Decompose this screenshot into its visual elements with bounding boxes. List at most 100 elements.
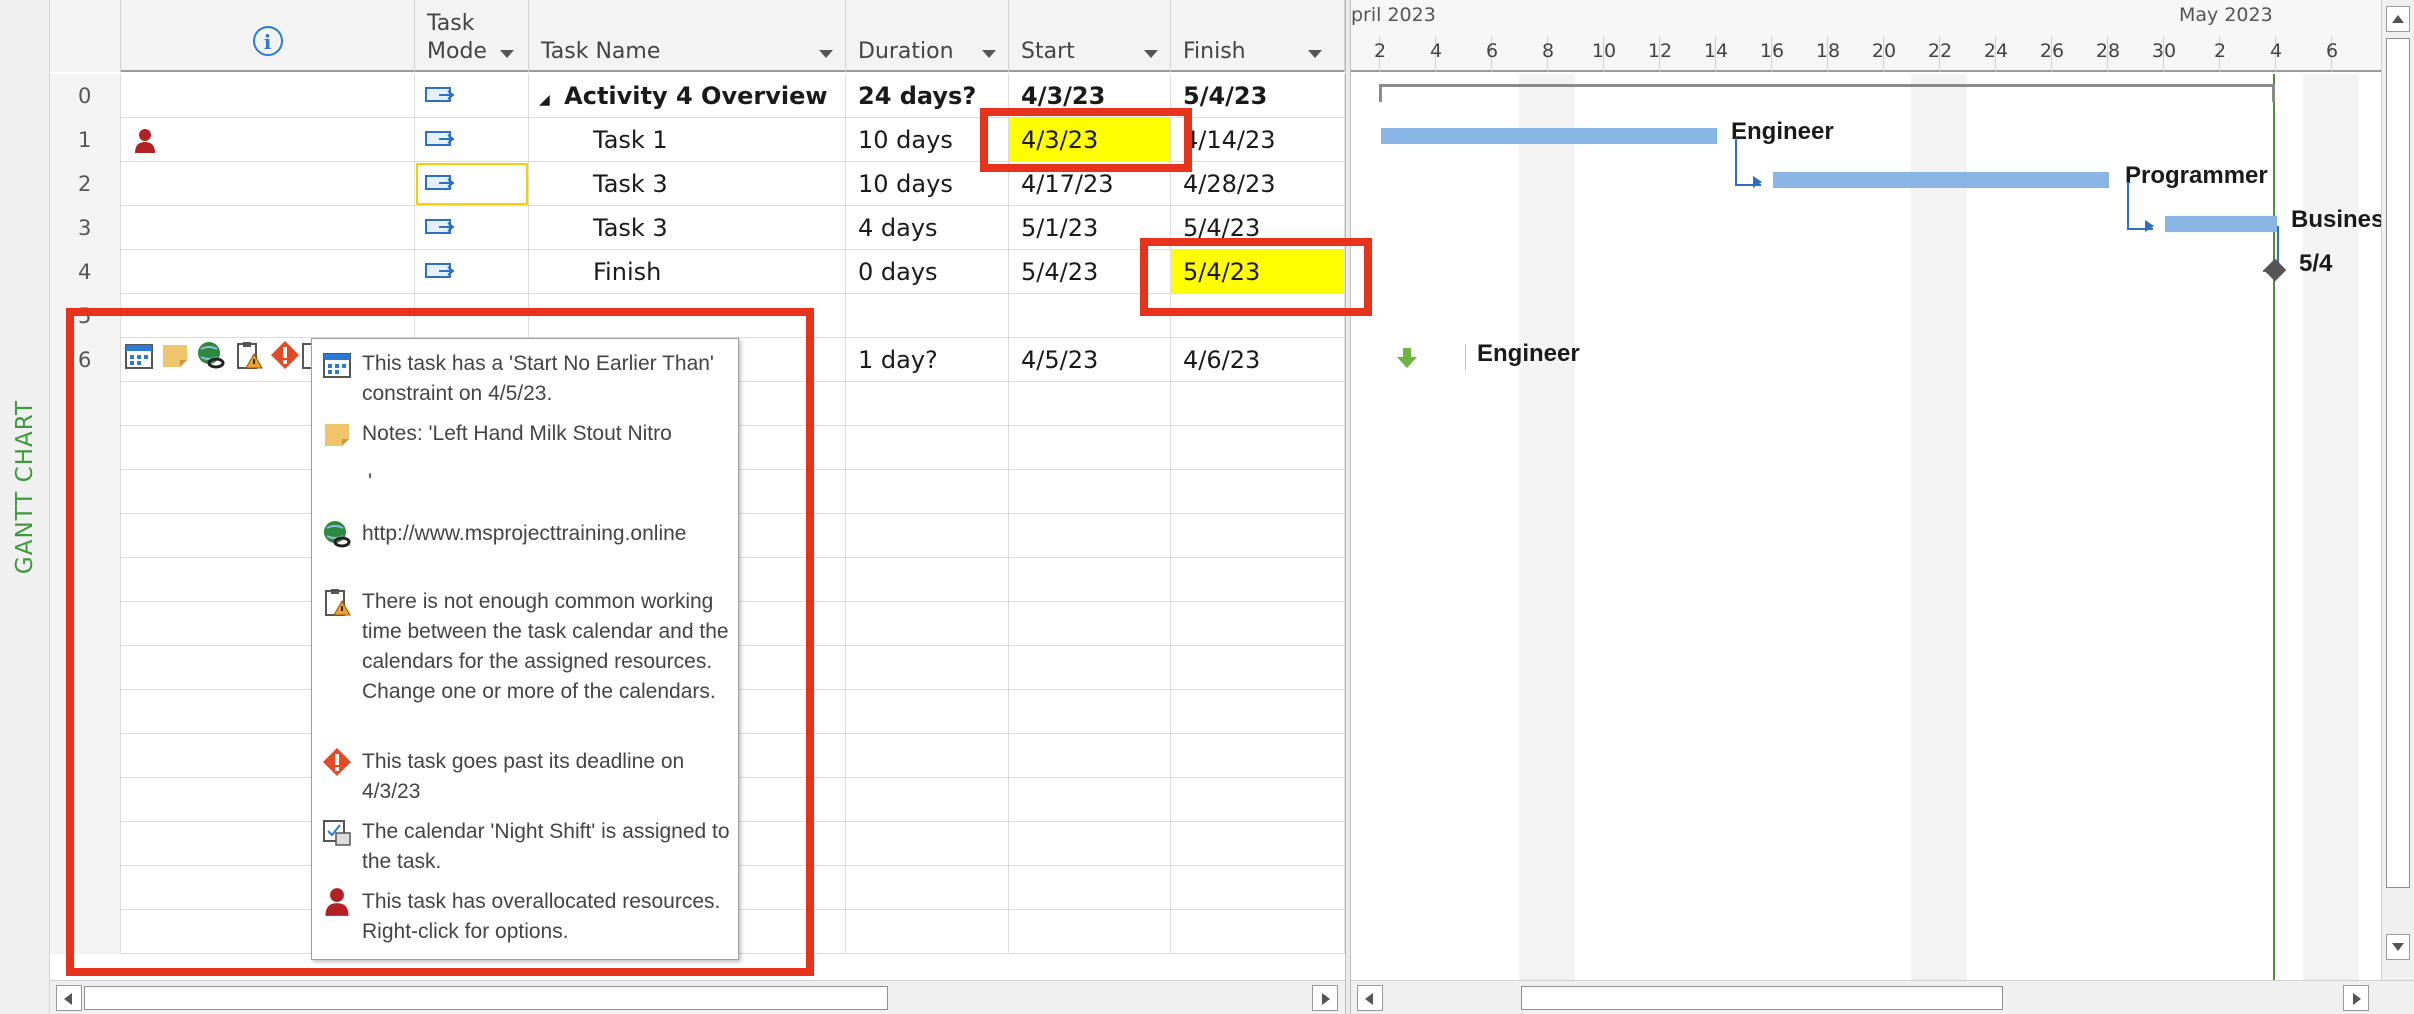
scroll-right-button[interactable] — [2343, 985, 2369, 1011]
duration-cell[interactable] — [846, 294, 1009, 338]
task-bar-task1[interactable] — [1381, 128, 1717, 144]
row-id[interactable]: 2 — [50, 162, 121, 206]
gantt-horizontal-scrollbar[interactable] — [1351, 980, 2414, 1014]
day-tick: 6 — [1486, 36, 1498, 72]
day-tick-label: 4 — [2269, 40, 2283, 62]
task-name-dropdown-icon[interactable] — [819, 50, 833, 58]
day-tick-label: 4 — [1429, 40, 1443, 62]
row-id[interactable]: 1 — [50, 118, 121, 162]
row-id[interactable]: 3 — [50, 206, 121, 250]
task-mode-dropdown-icon[interactable] — [500, 50, 514, 58]
empty-cell — [1171, 778, 1345, 822]
finish-cell[interactable]: 4/28/23 — [1171, 162, 1345, 206]
start-no-earlier-than-arrow-icon — [1397, 348, 1417, 368]
start-header-label: Start — [1021, 39, 1075, 64]
empty-cell — [1171, 822, 1345, 866]
task-bar-task2[interactable] — [1773, 172, 2109, 188]
scroll-left-button[interactable] — [56, 985, 82, 1011]
empty-cell — [1171, 866, 1345, 910]
timescale[interactable]: pril 2023 May 2023 2 4 6 8 10 12 14 16 18 20 22 24 2… — [1351, 0, 2381, 72]
indicator-cell[interactable] — [121, 162, 415, 206]
finish-text: 5/4/23 — [1183, 82, 1268, 110]
gantt-scroll-thumb[interactable] — [1521, 986, 2003, 1010]
column-header-duration[interactable]: Duration — [846, 0, 1009, 72]
empty-cell — [1171, 426, 1345, 470]
task-mode-cell[interactable] — [415, 118, 529, 162]
row-id[interactable]: 4 — [50, 250, 121, 294]
overallocated-resource-icon[interactable] — [133, 128, 157, 154]
task-name-cell[interactable]: Finish — [529, 250, 846, 294]
indicator-cell[interactable] — [121, 118, 415, 162]
empty-cell — [1009, 514, 1171, 558]
duration-dropdown-icon[interactable] — [982, 50, 996, 58]
scroll-up-button[interactable] — [2386, 6, 2410, 32]
day-tick-label: 10 — [1591, 40, 1617, 62]
start-cell[interactable]: 4/5/23 — [1009, 338, 1171, 382]
duration-cell[interactable]: 4 days — [846, 206, 1009, 250]
finish-cell[interactable]: 4/6/23 — [1171, 338, 1345, 382]
task-name-cell[interactable]: ◢ Activity 4 Overview — [529, 74, 846, 118]
scroll-down-button[interactable] — [2386, 934, 2410, 960]
indicator-cell[interactable] — [121, 74, 415, 118]
table-scroll-thumb[interactable] — [84, 986, 888, 1010]
day-tick-label: 2 — [1373, 40, 1387, 62]
empty-cell — [1009, 558, 1171, 602]
gantt-pane[interactable]: pril 2023 May 2023 2 4 6 8 10 12 14 16 18 20 22 24 2… — [1351, 0, 2381, 980]
scroll-left-button[interactable] — [1357, 985, 1383, 1011]
auto-schedule-icon — [425, 263, 455, 278]
column-header-task-name[interactable]: Task Name — [529, 0, 846, 72]
indicator-cell[interactable] — [121, 206, 415, 250]
column-header-finish[interactable]: Finish — [1171, 0, 1345, 72]
finish-cell[interactable]: 5/4/23 — [1171, 74, 1345, 118]
collapse-triangle-icon[interactable]: ◢ — [529, 92, 550, 108]
task-mode-header-line1: Task — [427, 11, 475, 36]
column-header-indicators[interactable]: i — [121, 0, 415, 72]
empty-cell — [1009, 382, 1171, 426]
milestone-date-label: 5/4 — [2299, 250, 2333, 277]
start-text: 4/17/23 — [1021, 170, 1114, 198]
indicator-cell[interactable] — [121, 250, 415, 294]
scroll-right-button[interactable] — [1312, 985, 1338, 1011]
gantt-chart-side-label: GANTT CHART — [0, 0, 50, 1014]
finish-cell[interactable]: 4/14/23 — [1171, 118, 1345, 162]
task-mode-cell-selected[interactable] — [415, 162, 529, 206]
day-tick: 18 — [1816, 36, 1840, 72]
empty-cell — [1009, 690, 1171, 734]
task-mode-cell[interactable] — [415, 250, 529, 294]
day-tick: 12 — [1648, 36, 1672, 72]
vertical-scrollbar[interactable] — [2381, 0, 2414, 980]
finish-dropdown-icon[interactable] — [1308, 50, 1322, 58]
duration-text: 10 days — [858, 170, 953, 198]
empty-cell — [846, 426, 1009, 470]
month-label-april: pril 2023 — [1351, 4, 1436, 26]
column-header-start[interactable]: Start — [1009, 0, 1171, 72]
auto-schedule-icon — [425, 175, 455, 190]
row-id[interactable]: 0 — [50, 74, 121, 118]
task-bar-task3[interactable] — [2165, 216, 2277, 232]
vertical-scroll-thumb[interactable] — [2386, 38, 2410, 888]
duration-cell[interactable]: 1 day? — [846, 338, 1009, 382]
empty-cell — [846, 558, 1009, 602]
table-horizontal-scrollbar[interactable] — [50, 980, 1345, 1014]
task-name-text: Task 3 — [593, 170, 668, 198]
task-mode-cell[interactable] — [415, 206, 529, 250]
task-name-cell[interactable]: Task 1 — [529, 118, 846, 162]
highlight-box-finish — [1140, 238, 1372, 316]
day-tick: 26 — [2040, 36, 2064, 72]
start-dropdown-icon[interactable] — [1144, 50, 1158, 58]
column-header-task-mode[interactable]: Task Mode — [415, 0, 529, 72]
day-tick-label: 6 — [2325, 40, 2339, 62]
duration-cell[interactable]: 0 days — [846, 250, 1009, 294]
empty-cell — [846, 602, 1009, 646]
day-tick: 30 — [2152, 36, 2176, 72]
select-all-corner[interactable] — [50, 0, 121, 72]
task-name-cell[interactable]: Task 3 — [529, 206, 846, 250]
task-name-cell[interactable]: Task 3 — [529, 162, 846, 206]
day-tick: 6 — [2326, 36, 2338, 72]
day-tick-label: 28 — [2095, 40, 2121, 62]
summary-bar[interactable] — [1379, 84, 2275, 102]
duration-text: 10 days — [858, 126, 953, 154]
duration-text: 4 days — [858, 214, 938, 242]
task-mode-cell[interactable] — [415, 74, 529, 118]
day-tick-label: 14 — [1703, 40, 1729, 62]
